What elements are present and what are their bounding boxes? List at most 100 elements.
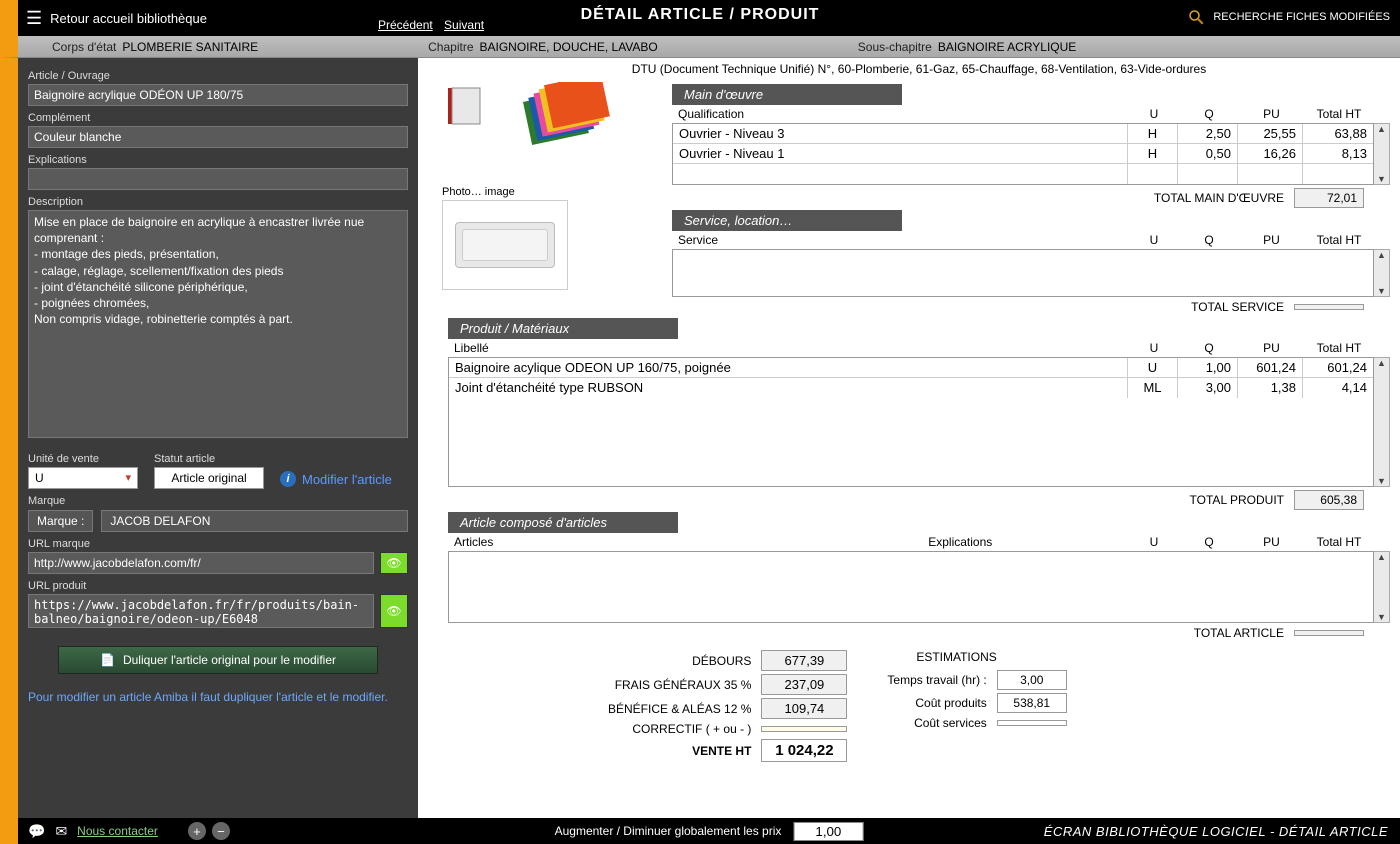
labor-title: Main d'œuvre (672, 84, 902, 105)
cout-serv-label: Coût services (914, 716, 987, 730)
eye-icon: 👁 (386, 604, 401, 618)
compound-section: Article composé d'articles Articles Expl… (448, 512, 1390, 640)
unit-label: Unité de vente (28, 453, 138, 465)
view-produit-url-button[interactable]: 👁 (380, 594, 408, 628)
compound-table[interactable] (448, 551, 1374, 623)
page-title: DÉTAIL ARTICLE / PRODUIT (581, 6, 820, 24)
description-textarea[interactable] (28, 210, 408, 438)
url-produit-input[interactable] (28, 594, 374, 628)
prev-link[interactable]: Précédent (378, 18, 433, 32)
description-label: Description (28, 196, 408, 208)
global-price-input[interactable] (793, 822, 863, 841)
corps-label: Corps d'état (52, 40, 116, 54)
dtu-line: DTU (Document Technique Unifié) N°, 60-P… (448, 60, 1390, 82)
sous-value: BAIGNOIRE ACRYLIQUE (938, 40, 1077, 54)
estim-title: ESTIMATIONS (887, 650, 1066, 664)
cout-prod-label: Coût produits (915, 696, 986, 710)
benef-label: BÉNÉFICE & ALÉAS 12 % (608, 702, 751, 716)
service-table[interactable] (672, 249, 1374, 297)
calc-block: DÉBOURS677,39 FRAIS GÉNÉRAUX 35 %237,09 … (608, 650, 1390, 765)
global-price-label: Augmenter / Diminuer globalement les pri… (555, 824, 782, 838)
bottom-bar: 💬 ✉ Nous contacter + − Augmenter / Dimin… (0, 818, 1400, 844)
plus-button[interactable]: + (188, 822, 206, 840)
unit-select[interactable]: U (28, 467, 138, 489)
table-row[interactable]: Joint d'étanchéité type RUBSON ML 3,00 1… (449, 378, 1373, 398)
books-icon (438, 82, 638, 182)
modify-article-link[interactable]: Modifier l'article (302, 472, 392, 487)
scroll-down-icon[interactable]: ▼ (1377, 476, 1386, 486)
labor-head-q: Q (1179, 107, 1239, 121)
correctif-label: CORRECTIF ( + ou - ) (632, 722, 751, 736)
scrollbar[interactable]: ▲▼ (1374, 357, 1390, 487)
product-table[interactable]: Baignoire acylique ODEON UP 160/75, poig… (448, 357, 1374, 487)
explications-label: Explications (28, 154, 408, 166)
labor-total-label: TOTAL MAIN D'ŒUVRE (1154, 191, 1284, 205)
sous-label: Sous-chapitre (858, 40, 932, 54)
duplicate-button[interactable]: 📄 Duliquer l'article original pour le mo… (58, 646, 378, 674)
debours-label: DÉBOURS (692, 654, 751, 668)
info-icon[interactable]: i (280, 471, 296, 487)
correctif-value[interactable] (761, 726, 847, 732)
search-modified[interactable]: RECHERCHE FICHES MODIFIÉES (1187, 8, 1390, 26)
debours-value: 677,39 (761, 650, 847, 671)
table-row[interactable]: Ouvrier - Niveau 3 H 2,50 25,55 63,88 (673, 124, 1373, 144)
marque-label: Marque : (28, 510, 93, 532)
vente-label: VENTE HT (692, 744, 751, 758)
scrollbar[interactable]: ▲▼ (1374, 123, 1390, 185)
menu-icon[interactable]: ☰ (26, 8, 42, 29)
chat-icon[interactable]: 💬 (28, 823, 45, 840)
scroll-down-icon[interactable]: ▼ (1377, 286, 1386, 296)
photo-frame[interactable] (442, 200, 568, 290)
eye-icon: 👁 (386, 556, 401, 570)
chapitre-value: BAIGNOIRE, DOUCHE, LAVABO (480, 40, 658, 54)
return-library-link[interactable]: Retour accueil bibliothèque (50, 11, 207, 26)
breadcrumb: Corps d'état PLOMBERIE SANITAIRE Chapitr… (0, 36, 1400, 58)
corps-value: PLOMBERIE SANITAIRE (122, 40, 258, 54)
search-icon (1187, 8, 1205, 26)
duplicate-label: Duliquer l'article original pour le modi… (123, 653, 336, 667)
labor-section: Main d'œuvre Qualification U Q PU Total … (672, 84, 1390, 208)
orange-strip (0, 0, 18, 36)
service-section: Service, location… Service U Q PU Total … (672, 210, 1390, 314)
cout-serv-value (997, 720, 1067, 726)
contact-link[interactable]: Nous contacter (77, 824, 158, 838)
top-bar: ☰ Retour accueil bibliothèque DÉTAIL ART… (0, 0, 1400, 36)
view-marque-url-button[interactable]: 👁 (380, 552, 408, 574)
product-section: Produit / Matériaux Libellé U Q PU Total… (448, 318, 1390, 510)
scrollbar[interactable]: ▲▼ (1374, 249, 1390, 297)
complement-input[interactable] (28, 126, 408, 148)
scroll-down-icon[interactable]: ▼ (1377, 174, 1386, 184)
article-label: Article / Ouvrage (28, 70, 408, 82)
compound-total-label: TOTAL ARTICLE (1194, 626, 1284, 640)
scroll-up-icon[interactable]: ▲ (1377, 250, 1386, 260)
compound-head-exp: Explications (792, 535, 1130, 549)
minus-button[interactable]: − (212, 822, 230, 840)
scroll-up-icon[interactable]: ▲ (1377, 124, 1386, 134)
article-input[interactable] (28, 84, 408, 106)
search-modified-label: RECHERCHE FICHES MODIFIÉES (1213, 11, 1390, 23)
compound-total (1294, 630, 1364, 636)
mail-icon[interactable]: ✉ (55, 823, 67, 840)
photo-caption: Photo… image (442, 186, 658, 198)
url-marque-input[interactable] (28, 552, 374, 574)
complement-label: Complément (28, 112, 408, 124)
table-row[interactable]: Baignoire acylique ODEON UP 160/75, poig… (449, 358, 1373, 378)
labor-table[interactable]: Ouvrier - Niveau 3 H 2,50 25,55 63,88 Ou… (672, 123, 1374, 185)
bathtub-image (455, 222, 555, 268)
temps-label: Temps travail (hr) : (887, 673, 986, 687)
scroll-down-icon[interactable]: ▼ (1377, 612, 1386, 622)
labor-head-u: U (1129, 107, 1179, 121)
frais-label: FRAIS GÉNÉRAUX 35 % (615, 678, 752, 692)
service-total (1294, 304, 1364, 310)
product-total-label: TOTAL PRODUIT (1190, 493, 1284, 507)
next-link[interactable]: Suivant (444, 18, 484, 32)
statut-value: Article original (154, 467, 264, 489)
table-row[interactable] (673, 164, 1373, 184)
scrollbar[interactable]: ▲▼ (1374, 551, 1390, 623)
scroll-up-icon[interactable]: ▲ (1377, 358, 1386, 368)
explications-input[interactable] (28, 168, 408, 190)
service-total-label: TOTAL SERVICE (1191, 300, 1284, 314)
scroll-up-icon[interactable]: ▲ (1377, 552, 1386, 562)
screen-name: ÉCRAN BIBLIOTHÈQUE LOGICIEL - DÉTAIL ART… (1044, 824, 1388, 839)
table-row[interactable]: Ouvrier - Niveau 1 H 0,50 16,26 8,13 (673, 144, 1373, 164)
